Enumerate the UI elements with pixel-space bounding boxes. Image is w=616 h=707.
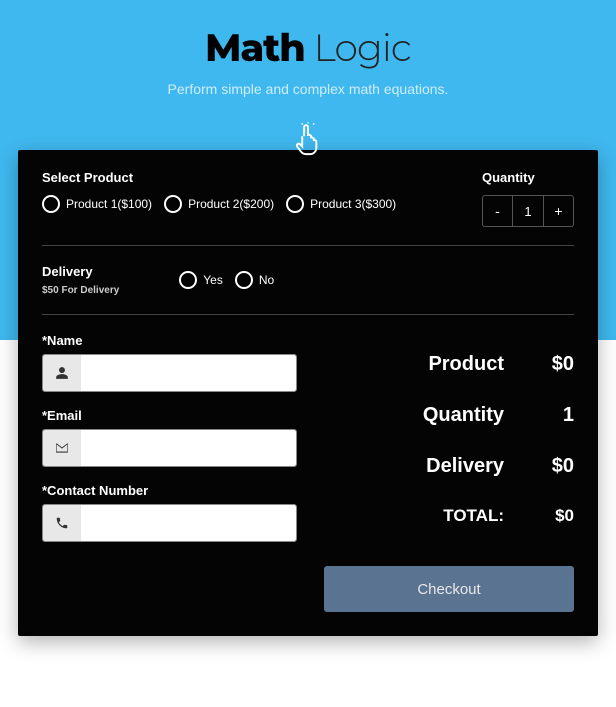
delivery-yes-label: Yes bbox=[203, 273, 223, 287]
radio-icon bbox=[179, 271, 197, 289]
summary-product-value: $0 bbox=[504, 353, 574, 376]
contact-label: *Contact Number bbox=[42, 483, 297, 498]
checkout-button[interactable]: Checkout bbox=[324, 566, 574, 612]
divider bbox=[42, 245, 574, 246]
radio-icon bbox=[164, 195, 182, 213]
radio-icon bbox=[42, 195, 60, 213]
title-bold: Math bbox=[205, 24, 305, 71]
divider bbox=[42, 314, 574, 315]
user-icon bbox=[43, 355, 81, 391]
summary-delivery-value: $0 bbox=[504, 455, 574, 478]
delivery-sublabel: $50 For Delivery bbox=[42, 285, 119, 296]
summary-quantity-label: Quantity bbox=[327, 404, 504, 427]
contact-input[interactable] bbox=[81, 505, 296, 541]
title-light: Logic bbox=[305, 24, 411, 71]
form-card: Select Product Product 1($100) Product 2… bbox=[18, 150, 598, 636]
summary-total-value: $0 bbox=[504, 506, 574, 526]
summary-total-label: TOTAL: bbox=[327, 506, 504, 526]
product-option-1-label: Product 1($100) bbox=[66, 197, 152, 211]
envelope-icon bbox=[43, 430, 81, 466]
product-option-2-label: Product 2($200) bbox=[188, 197, 274, 211]
page-title: Math Logic bbox=[0, 24, 616, 71]
delivery-yes[interactable]: Yes bbox=[179, 271, 223, 289]
name-input[interactable] bbox=[81, 355, 296, 391]
email-label: *Email bbox=[42, 408, 297, 423]
summary-quantity-value: 1 bbox=[504, 404, 574, 427]
name-label: *Name bbox=[42, 333, 297, 348]
quantity-minus-button[interactable]: - bbox=[483, 196, 513, 226]
delivery-no[interactable]: No bbox=[235, 271, 274, 289]
product-option-3-label: Product 3($300) bbox=[310, 197, 396, 211]
quantity-stepper: - 1 + bbox=[482, 195, 574, 227]
quantity-plus-button[interactable]: + bbox=[543, 196, 573, 226]
summary-product-label: Product bbox=[327, 353, 504, 376]
delivery-no-label: No bbox=[259, 273, 274, 287]
delivery-label: Delivery bbox=[42, 264, 119, 279]
product-option-2[interactable]: Product 2($200) bbox=[164, 195, 274, 213]
select-product-label: Select Product bbox=[42, 170, 396, 185]
summary-delivery-label: Delivery bbox=[327, 455, 504, 478]
product-option-3[interactable]: Product 3($300) bbox=[286, 195, 396, 213]
radio-icon bbox=[286, 195, 304, 213]
quantity-value: 1 bbox=[513, 196, 543, 226]
page-subtitle: Perform simple and complex math equation… bbox=[0, 81, 616, 97]
product-option-1[interactable]: Product 1($100) bbox=[42, 195, 152, 213]
quantity-label: Quantity bbox=[482, 170, 574, 185]
email-input[interactable] bbox=[81, 430, 296, 466]
phone-icon bbox=[43, 505, 81, 541]
cursor-pointer-icon bbox=[292, 122, 324, 163]
radio-icon bbox=[235, 271, 253, 289]
